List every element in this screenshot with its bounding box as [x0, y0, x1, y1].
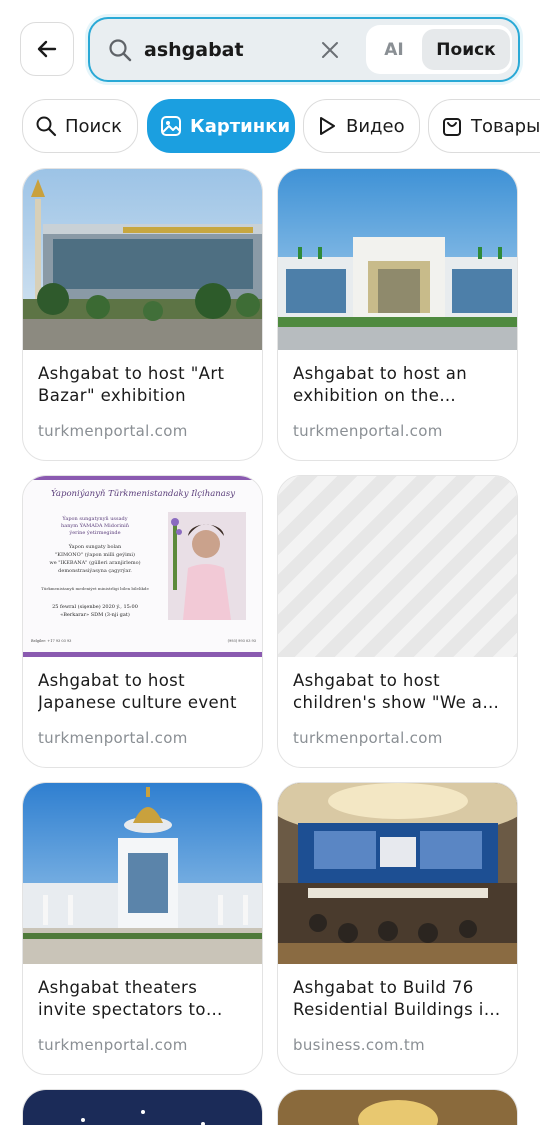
poster-line: ýerine ýetirmeginde	[68, 529, 120, 536]
result-thumbnail[interactable]	[278, 1090, 518, 1125]
result-card[interactable]: Ýaponiýanyň Türkmenistandaky Ilçihanasy …	[22, 475, 263, 768]
result-title[interactable]: Ashgabat to host "Art Bazar" exhibition	[38, 363, 250, 407]
poster-line: Türkmenistanyň medeniýet ministrligi bil…	[41, 586, 149, 591]
play-icon	[320, 117, 335, 135]
result-thumbnail[interactable]	[23, 169, 263, 350]
image-placeholder[interactable]	[278, 476, 517, 657]
tab-search[interactable]: Поиск	[22, 99, 138, 153]
tab-products[interactable]: Товары	[428, 99, 540, 153]
poster-line: Ýapon sungaty bolan	[68, 543, 122, 550]
poster-header: Ýaponiýanyň Türkmenistandaky Ilçihanasy	[51, 487, 235, 499]
tab-label: Поиск	[65, 115, 123, 137]
mode-switch: AI Поиск	[366, 25, 512, 74]
result-thumbnail[interactable]	[23, 783, 263, 964]
tab-label: Видео	[346, 115, 405, 137]
poster-line: Ýapon sungatynyň ussady	[61, 515, 127, 522]
top-bar: AI Поиск	[0, 0, 540, 96]
mode-ai-button[interactable]: AI	[366, 25, 422, 74]
result-card[interactable]: Ashgabat to host children's show "We and…	[277, 475, 518, 768]
result-card[interactable]	[22, 1089, 263, 1125]
result-source: business.com.tm	[293, 1036, 425, 1054]
result-thumbnail[interactable]	[278, 783, 518, 964]
result-title[interactable]: Ashgabat to host Japanese culture event	[38, 670, 250, 714]
result-title[interactable]: Ashgabat to host children's show "We and…	[293, 670, 505, 714]
clear-icon[interactable]	[320, 40, 340, 60]
mode-search-button[interactable]: Поиск	[422, 29, 510, 70]
search-input[interactable]	[144, 31, 344, 69]
result-card[interactable]: Ashgabat to host "Art Bazar" exhibition …	[22, 168, 263, 461]
poster-footer: (993) 993 03 93	[228, 639, 256, 643]
result-source: turkmenportal.com	[38, 729, 188, 747]
search-icon	[36, 116, 57, 137]
poster-footer: Belgiler: +17 93 03 93	[31, 639, 71, 643]
tab-video[interactable]: Видео	[303, 99, 420, 153]
result-thumbnail[interactable]	[278, 169, 518, 350]
tab-label: Картинки	[190, 115, 291, 137]
result-title[interactable]: Ashgabat theaters invite spectators to w…	[38, 977, 250, 1021]
result-card[interactable]: Ashgabat to host an exhibition on the de…	[277, 168, 518, 461]
result-card[interactable]	[277, 1089, 518, 1125]
shopping-bag-icon	[443, 118, 461, 136]
poster-date: 25 fewral (sişenbe) 2020 ý., 15:00	[52, 603, 138, 610]
result-source: turkmenportal.com	[38, 1036, 188, 1054]
result-thumbnail[interactable]	[23, 1090, 263, 1125]
poster-line: we "IKEBANA" (gülleri aranjirlemo)	[49, 559, 140, 566]
poster-venue: «Berkarar» SDM (3-nji gat)	[60, 611, 130, 618]
search-tabs: Поиск Картинки Видео Товары	[0, 99, 540, 153]
result-title[interactable]: Ashgabat to host an exhibition on the de…	[293, 363, 505, 407]
result-title[interactable]: Ashgabat to Build 76 Residential Buildin…	[293, 977, 505, 1021]
tab-label: Товары	[471, 115, 540, 137]
poster-line: "KIMONO" (ýapon milli geýimi)	[55, 551, 135, 558]
image-results-grid: Ashgabat to host "Art Bazar" exhibition …	[22, 168, 518, 1125]
result-card[interactable]: Ashgabat theaters invite spectators to w…	[22, 782, 263, 1075]
result-thumbnail[interactable]: Ýaponiýanyň Türkmenistandaky Ilçihanasy …	[23, 476, 263, 657]
result-card[interactable]: Ashgabat to Build 76 Residential Buildin…	[277, 782, 518, 1075]
poster-line: demonstrasiýasyna çagyrýar.	[58, 567, 132, 574]
result-source: turkmenportal.com	[293, 729, 443, 747]
back-button[interactable]	[20, 22, 74, 76]
search-icon	[109, 39, 132, 62]
image-icon	[161, 116, 181, 136]
poster-line: hanym ÝAMADA Midoriniň	[61, 522, 130, 529]
arrow-left-icon	[37, 40, 57, 58]
search-box: AI Поиск	[88, 17, 520, 82]
tab-images[interactable]: Картинки	[147, 99, 295, 153]
result-source: turkmenportal.com	[38, 422, 188, 440]
result-source: turkmenportal.com	[293, 422, 443, 440]
